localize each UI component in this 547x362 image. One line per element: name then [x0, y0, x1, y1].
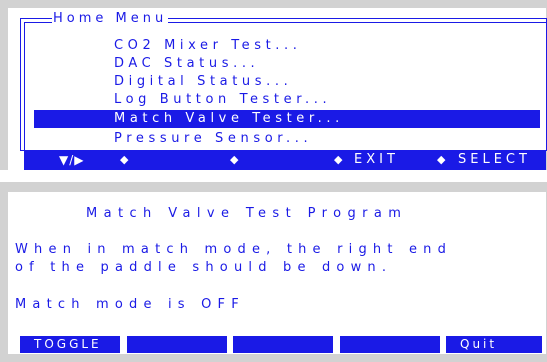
program-title: Match Valve Test Program — [86, 206, 408, 221]
softkey-4[interactable] — [340, 336, 440, 353]
home-menu-title: Home Menu — [52, 10, 169, 28]
f2-diamond-icon[interactable]: ◆ — [120, 150, 132, 170]
function-key-bar: ▼/▶ ◆ ◆ ◆ EXIT ◆ SELECT — [24, 150, 546, 170]
menu-item-co2-mixer-test[interactable]: CO2 Mixer Test... — [114, 37, 302, 55]
menu-item-match-valve-tester[interactable]: Match Valve Tester... — [34, 110, 540, 128]
match-mode-status: Match mode is OFF — [15, 297, 245, 312]
menu-item-pressure-sensor[interactable]: Pressure Sensor... — [114, 130, 312, 148]
menu-item-log-button-tester[interactable]: Log Button Tester... — [114, 91, 331, 109]
softkey-2[interactable] — [127, 336, 227, 353]
f4-diamond-icon: ◆ — [334, 153, 347, 166]
exit-key[interactable]: EXIT — [354, 150, 399, 170]
quit-softkey[interactable]: Quit — [446, 336, 542, 353]
menu-item-dac-status[interactable]: DAC Status... — [114, 55, 259, 73]
nav-arrows-key[interactable]: ▼/▶ — [59, 150, 85, 170]
softkey-3[interactable] — [233, 336, 333, 353]
instruction-line-1: When in match mode, the right end — [15, 242, 453, 257]
instruction-line-2: of the paddle should be down. — [15, 260, 393, 275]
toggle-softkey[interactable]: TOGGLE — [20, 336, 120, 353]
menu-item-digital-status[interactable]: Digital Status... — [114, 73, 292, 91]
f3-diamond-icon[interactable]: ◆ — [230, 150, 242, 170]
f5-diamond-icon: ◆ — [437, 153, 450, 166]
select-key[interactable]: SELECT — [458, 150, 531, 170]
